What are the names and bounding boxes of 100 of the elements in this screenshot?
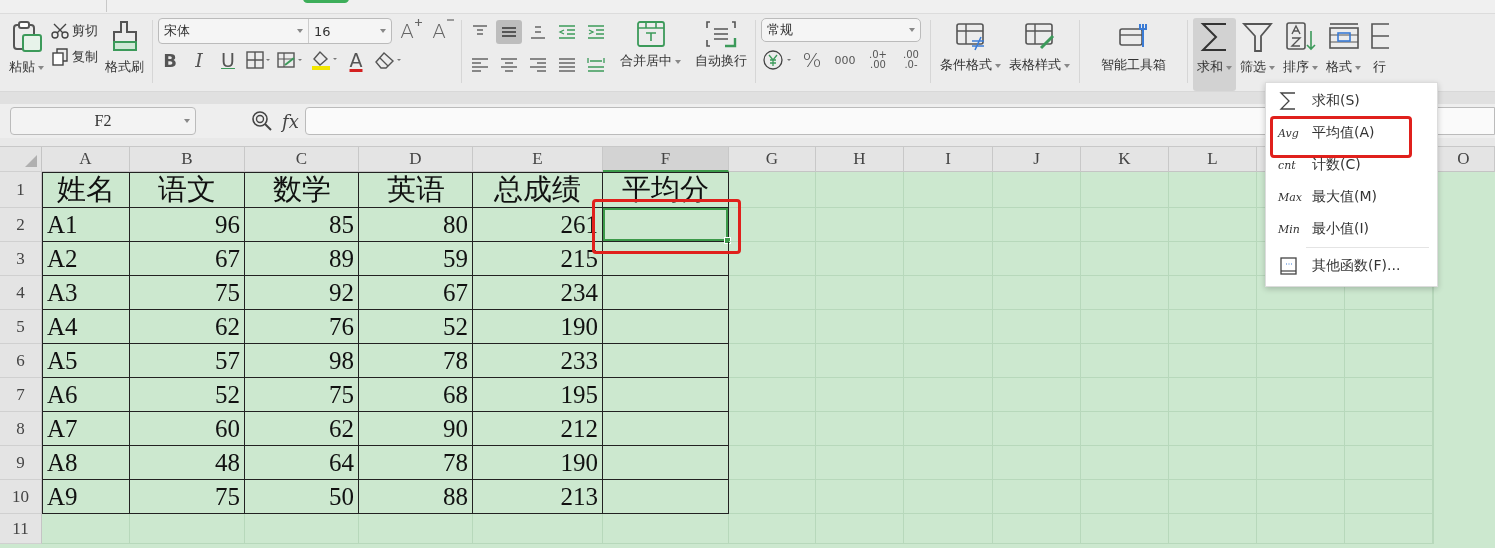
paste-button[interactable]: 粘贴 xyxy=(6,18,47,78)
table-cell: 80 xyxy=(359,208,473,242)
table-cell: 195 xyxy=(473,378,603,412)
sum-button[interactable]: 求和 xyxy=(1193,18,1236,91)
table-cell: 78 xyxy=(359,446,473,480)
table-cell: 212 xyxy=(473,412,603,446)
table-cell: 89 xyxy=(245,242,359,276)
fill-handle[interactable] xyxy=(724,237,731,244)
borders-icon[interactable] xyxy=(245,50,271,70)
italic-button[interactable]: I xyxy=(187,49,211,71)
column-header[interactable]: D xyxy=(359,147,473,172)
underline-button[interactable]: U xyxy=(216,49,240,71)
menu-item[interactable]: Min 最小值(I) xyxy=(1266,213,1437,245)
row-header[interactable]: 7 xyxy=(0,378,42,412)
increase-decimal-button[interactable]: .0+ .00 xyxy=(864,50,892,70)
table-cell[interactable] xyxy=(603,446,729,480)
column-header[interactable]: F xyxy=(603,147,729,172)
table-cell[interactable] xyxy=(603,378,729,412)
copy-button[interactable]: 复制 xyxy=(51,48,98,66)
column-header[interactable]: I xyxy=(904,147,993,172)
row-header[interactable]: 3 xyxy=(0,242,42,276)
center-align-icon xyxy=(499,56,519,72)
table-cell: 64 xyxy=(245,446,359,480)
row-header[interactable]: 11 xyxy=(0,514,42,544)
plus-icon xyxy=(414,19,422,26)
row-header[interactable]: 8 xyxy=(0,412,42,446)
table-cell: 68 xyxy=(359,378,473,412)
currency-icon[interactable] xyxy=(761,48,793,72)
row-header[interactable]: 2 xyxy=(0,208,42,242)
font-family-dropdown[interactable]: 宋体 xyxy=(159,19,309,43)
wrap-text-icon xyxy=(705,20,737,48)
bold-button[interactable]: B xyxy=(158,49,182,71)
column-header[interactable]: E xyxy=(473,147,603,172)
name-box[interactable]: F2 xyxy=(10,107,196,135)
table-cell[interactable] xyxy=(603,242,729,276)
table-cell: 57 xyxy=(130,344,245,378)
column-header[interactable]: L xyxy=(1169,147,1257,172)
table-cell: A6 xyxy=(42,378,130,412)
function-abbreviation-icon: cnt xyxy=(1278,158,1302,172)
table-cell: 英语 xyxy=(359,172,473,208)
justify-align-icon xyxy=(557,56,577,72)
row-header[interactable]: 6 xyxy=(0,344,42,378)
fill-color-icon[interactable] xyxy=(309,49,339,71)
table-cell: 60 xyxy=(130,412,245,446)
format-painter-button[interactable]: 格式刷 xyxy=(102,18,147,78)
merge-cells-icon xyxy=(635,20,666,48)
indent-align-icon xyxy=(586,24,606,40)
table-cell[interactable] xyxy=(603,344,729,378)
row-header[interactable]: 1 xyxy=(0,172,42,208)
table-cell: 姓名 xyxy=(42,172,130,208)
table-cell: 52 xyxy=(359,310,473,344)
table-cell[interactable] xyxy=(603,208,729,242)
increase-font-size-button[interactable]: A xyxy=(398,19,424,43)
cut-button[interactable]: 剪切 xyxy=(51,22,98,40)
table-cell[interactable] xyxy=(603,276,729,310)
table-cell: 67 xyxy=(130,242,245,276)
column-header[interactable]: A xyxy=(42,147,130,172)
column-header[interactable]: H xyxy=(816,147,904,172)
percent-style-button[interactable]: % xyxy=(798,50,826,70)
column-header[interactable]: C xyxy=(245,147,359,172)
table-cell: A4 xyxy=(42,310,130,344)
toolbox-button[interactable]: 智能工具箱 xyxy=(1085,18,1182,91)
font-size-dropdown[interactable]: 16 xyxy=(309,19,391,43)
bottom-align-icon xyxy=(528,24,548,40)
row-header[interactable]: 5 xyxy=(0,310,42,344)
table-cell: 85 xyxy=(245,208,359,242)
table-cell: 215 xyxy=(473,242,603,276)
function-label[interactable]: fx xyxy=(282,110,299,132)
cell-style-icon[interactable] xyxy=(276,50,304,70)
table-cell: 75 xyxy=(245,378,359,412)
table-cell: 50 xyxy=(245,480,359,514)
table-cell[interactable] xyxy=(603,480,729,514)
menu-item[interactable]: Avg 平均值(A) xyxy=(1266,117,1437,149)
column-header[interactable]: B xyxy=(130,147,245,172)
font-color-button[interactable]: A xyxy=(344,49,368,71)
decrease-decimal-button[interactable]: .00 .0- xyxy=(897,50,925,70)
wrap-text-button[interactable]: 自动换行 xyxy=(692,18,750,72)
number-format-dropdown[interactable]: 常规 xyxy=(761,18,921,42)
table-cell: 52 xyxy=(130,378,245,412)
table-cell[interactable] xyxy=(603,310,729,344)
column-header[interactable]: G xyxy=(729,147,816,172)
menu-item[interactable]: Max 最大值(M) xyxy=(1266,181,1437,213)
zoom-icon[interactable] xyxy=(250,109,274,133)
table-cell[interactable] xyxy=(603,412,729,446)
table-cell: A5 xyxy=(42,344,130,378)
column-header[interactable]: K xyxy=(1081,147,1169,172)
function-list-icon xyxy=(1278,256,1298,276)
thousands-separator-button[interactable]: 000 xyxy=(831,54,859,66)
menu-item[interactable]: 其他函数(F)... xyxy=(1266,250,1437,282)
conditional-button[interactable]: 条件格式 xyxy=(936,18,1005,91)
decrease-font-size-button[interactable]: A xyxy=(430,19,456,43)
alignment-button[interactable] xyxy=(496,20,522,44)
eraser-icon[interactable] xyxy=(373,50,403,70)
row-header[interactable]: 4 xyxy=(0,276,42,310)
row-header[interactable]: 9 xyxy=(0,446,42,480)
row-header[interactable]: 10 xyxy=(0,480,42,514)
left-align-icon xyxy=(470,56,490,72)
merge-center-button[interactable]: 合并居中 xyxy=(617,18,684,72)
column-header[interactable]: J xyxy=(993,147,1081,172)
table-cell: 76 xyxy=(245,310,359,344)
